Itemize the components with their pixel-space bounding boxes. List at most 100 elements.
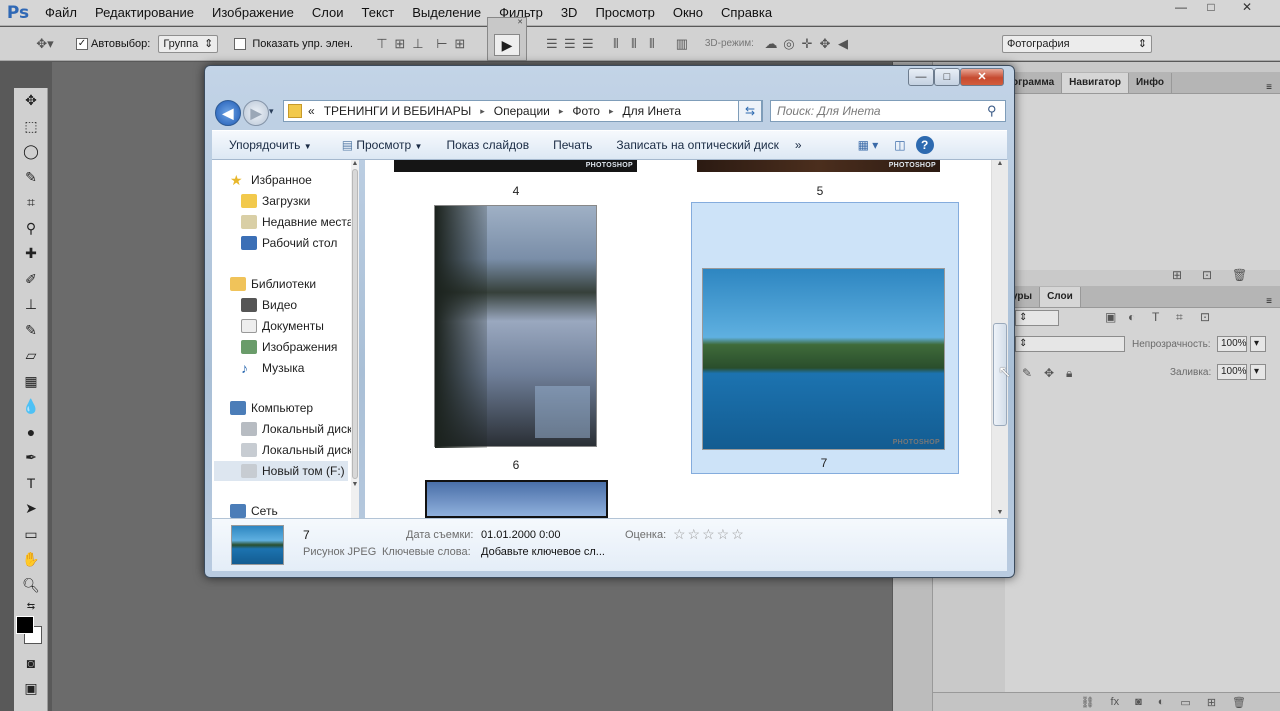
back-button[interactable]: ◀ — [215, 100, 241, 126]
hand-tool-icon[interactable]: ✋ — [14, 547, 48, 573]
tab-layers[interactable]: Слои — [1040, 287, 1081, 307]
close-button[interactable]: ✕ — [1232, 0, 1262, 16]
rating-stars[interactable]: ☆☆☆☆☆ — [673, 526, 746, 543]
thumbnail-6-image[interactable] — [434, 205, 597, 448]
align-vcenter-icon[interactable]: ⊞ — [391, 36, 409, 52]
change-view-icon[interactable]: ▦ ▾ — [846, 138, 891, 152]
path-select-tool-icon[interactable]: ➤ — [14, 496, 48, 522]
menu-3d[interactable]: 3D — [552, 0, 587, 26]
workspace-dropdown[interactable]: Фотография ⇕ — [1001, 34, 1152, 53]
view-button[interactable]: ▤ Просмотр ▼ — [330, 138, 435, 152]
thumbnail-7-selected[interactable]: PHOTOSHOP 7 — [691, 202, 959, 474]
dodge-tool-icon[interactable]: ● — [14, 420, 48, 446]
nav-local-disk-d[interactable]: Локальный диск — [241, 440, 351, 460]
tab-info[interactable]: Инфо — [1129, 73, 1172, 93]
thumbnail-8-image[interactable] — [425, 480, 608, 518]
breadcrumb-separator-icon[interactable]: ▸ — [609, 106, 614, 117]
thumbnail-5-image[interactable]: PHOTOSHOP — [697, 160, 940, 172]
scroll-down-icon[interactable]: ▼ — [351, 481, 359, 488]
healing-tool-icon[interactable]: ✚ — [14, 241, 48, 267]
camera-icon[interactable]: ⊡ — [1202, 268, 1212, 282]
folder-icon[interactable]: ▭ — [1180, 696, 1190, 709]
menu-type[interactable]: Текст — [353, 0, 404, 26]
nav-libraries[interactable]: Библиотеки — [230, 274, 368, 294]
filter-pixel-icon[interactable]: ▣ — [1105, 310, 1116, 324]
nav-favorites[interactable]: ★ Избранное — [230, 170, 368, 190]
close-icon[interactable]: ✕ — [488, 18, 526, 28]
dialog-maximize-button[interactable]: □ — [934, 68, 960, 86]
breadcrumb-separator-icon[interactable]: ▸ — [559, 106, 564, 117]
brush-tool-icon[interactable]: ✐ — [14, 267, 48, 293]
lock-all-icon[interactable]: 🔒︎ — [1066, 366, 1072, 381]
content-scrollbar[interactable]: ▲ ▼ — [991, 160, 1008, 518]
lasso-tool-icon[interactable]: ◯ — [14, 139, 48, 165]
nav-local-disk-c[interactable]: Локальный диск — [241, 419, 351, 439]
play-icon[interactable]: ▶ — [494, 34, 520, 56]
panel-menu-icon[interactable]: ≡ — [1266, 82, 1280, 93]
auto-align-icon[interactable]: ▥ — [673, 36, 691, 52]
thumbnail-4-label[interactable]: 4 — [506, 184, 526, 198]
history-brush-tool-icon[interactable]: ✎ — [14, 318, 48, 344]
history-dropdown-icon[interactable]: ▾ — [269, 106, 274, 117]
menu-window[interactable]: Окно — [664, 0, 712, 26]
layer-filter-dropdown[interactable]: ⇕ — [1015, 310, 1059, 326]
menu-edit[interactable]: Редактирование — [86, 0, 203, 26]
crop-tool-icon[interactable]: ⌗ — [14, 190, 48, 216]
print-button[interactable]: Печать — [541, 138, 604, 152]
marquee-tool-icon[interactable]: ⬚ — [14, 114, 48, 140]
organize-button[interactable]: Упорядочить ▼ — [212, 138, 324, 152]
trash-icon[interactable]: 🗑︎ — [1232, 268, 1247, 282]
eraser-tool-icon[interactable]: ▱ — [14, 343, 48, 369]
3d-roll-icon[interactable]: ◎ — [780, 36, 798, 52]
shape-tool-icon[interactable]: ▭ — [14, 522, 48, 548]
nav-scrollbar[interactable]: ▲ ▼ — [351, 160, 359, 518]
nav-computer[interactable]: Компьютер — [230, 398, 368, 418]
breadcrumb-photo[interactable]: Фото — [572, 104, 600, 118]
quick-mask-icon[interactable]: ◙ — [14, 650, 48, 676]
zoom-tool-icon[interactable]: 🔍︎ — [14, 573, 48, 599]
slideshow-button[interactable]: Показ слайдов — [434, 138, 541, 152]
align-hcenter-icon[interactable]: ⊞ — [451, 36, 469, 52]
3d-scale-icon[interactable]: ◀ — [834, 36, 852, 52]
autoselect-checkbox[interactable]: ✓ — [76, 37, 88, 50]
new-layer-icon[interactable]: ⊞ — [1207, 696, 1216, 709]
3d-slide-icon[interactable]: ✥ — [816, 36, 834, 52]
help-icon[interactable]: ? — [915, 136, 934, 154]
nav-new-volume[interactable]: Новый том (F:) — [214, 461, 348, 481]
distribute-hcenter-icon[interactable]: ⫴ — [625, 36, 643, 52]
menu-select[interactable]: Выделение — [403, 0, 490, 26]
address-bar[interactable]: « ТРЕНИНГИ И ВЕБИНАРЫ ▸ Операции ▸ Фото … — [283, 100, 763, 122]
show-controls-checkbox[interactable] — [234, 37, 247, 50]
more-commands-button[interactable]: » — [791, 138, 806, 152]
filter-type-icon[interactable]: T — [1152, 310, 1159, 324]
distribute-bottom-icon[interactable]: ☰ — [579, 36, 597, 52]
forward-button[interactable]: ▶ — [243, 100, 269, 126]
move-tool-icon[interactable]: ✥ — [14, 88, 48, 114]
fill-field[interactable]: 100% — [1217, 364, 1247, 380]
menu-view[interactable]: Просмотр — [586, 0, 663, 26]
move-tool-preset-icon[interactable]: ✥▾ — [30, 36, 60, 52]
menu-help[interactable]: Справка — [712, 0, 781, 26]
search-input[interactable]: Поиск: Для Инета — [770, 100, 1006, 122]
foreground-color-swatch[interactable] — [16, 616, 34, 634]
lock-brush-icon[interactable]: ✎ — [1022, 366, 1032, 380]
minimize-button[interactable]: — — [1166, 0, 1196, 16]
mask-icon[interactable]: ◙ — [1135, 696, 1142, 708]
quick-select-tool-icon[interactable]: ✎ — [14, 165, 48, 191]
breadcrumb-overflow[interactable]: « — [308, 104, 315, 118]
dialog-close-button[interactable]: ✕ — [960, 68, 1004, 86]
3d-rotate-icon[interactable]: ☁ — [762, 36, 780, 52]
distribute-left-icon[interactable]: ⫴ — [607, 36, 625, 52]
gradient-tool-icon[interactable]: ▦ — [14, 369, 48, 395]
thumbnail-6-label[interactable]: 6 — [506, 458, 526, 472]
nav-scroll-thumb[interactable] — [352, 169, 358, 479]
distribute-top-icon[interactable]: ☰ — [543, 36, 561, 52]
new-icon[interactable]: ⊞ — [1172, 268, 1182, 282]
filter-adjust-icon[interactable]: ◐ — [1128, 310, 1135, 324]
breadcrumb-operations[interactable]: Операции — [494, 104, 550, 118]
trash-icon[interactable]: 🗑︎ — [1232, 696, 1246, 709]
distribute-vcenter-icon[interactable]: ☰ — [561, 36, 579, 52]
lock-move-icon[interactable]: ✥ — [1044, 366, 1054, 380]
fx-icon[interactable]: fx — [1111, 696, 1120, 708]
scroll-down-icon[interactable]: ▼ — [992, 509, 1008, 516]
